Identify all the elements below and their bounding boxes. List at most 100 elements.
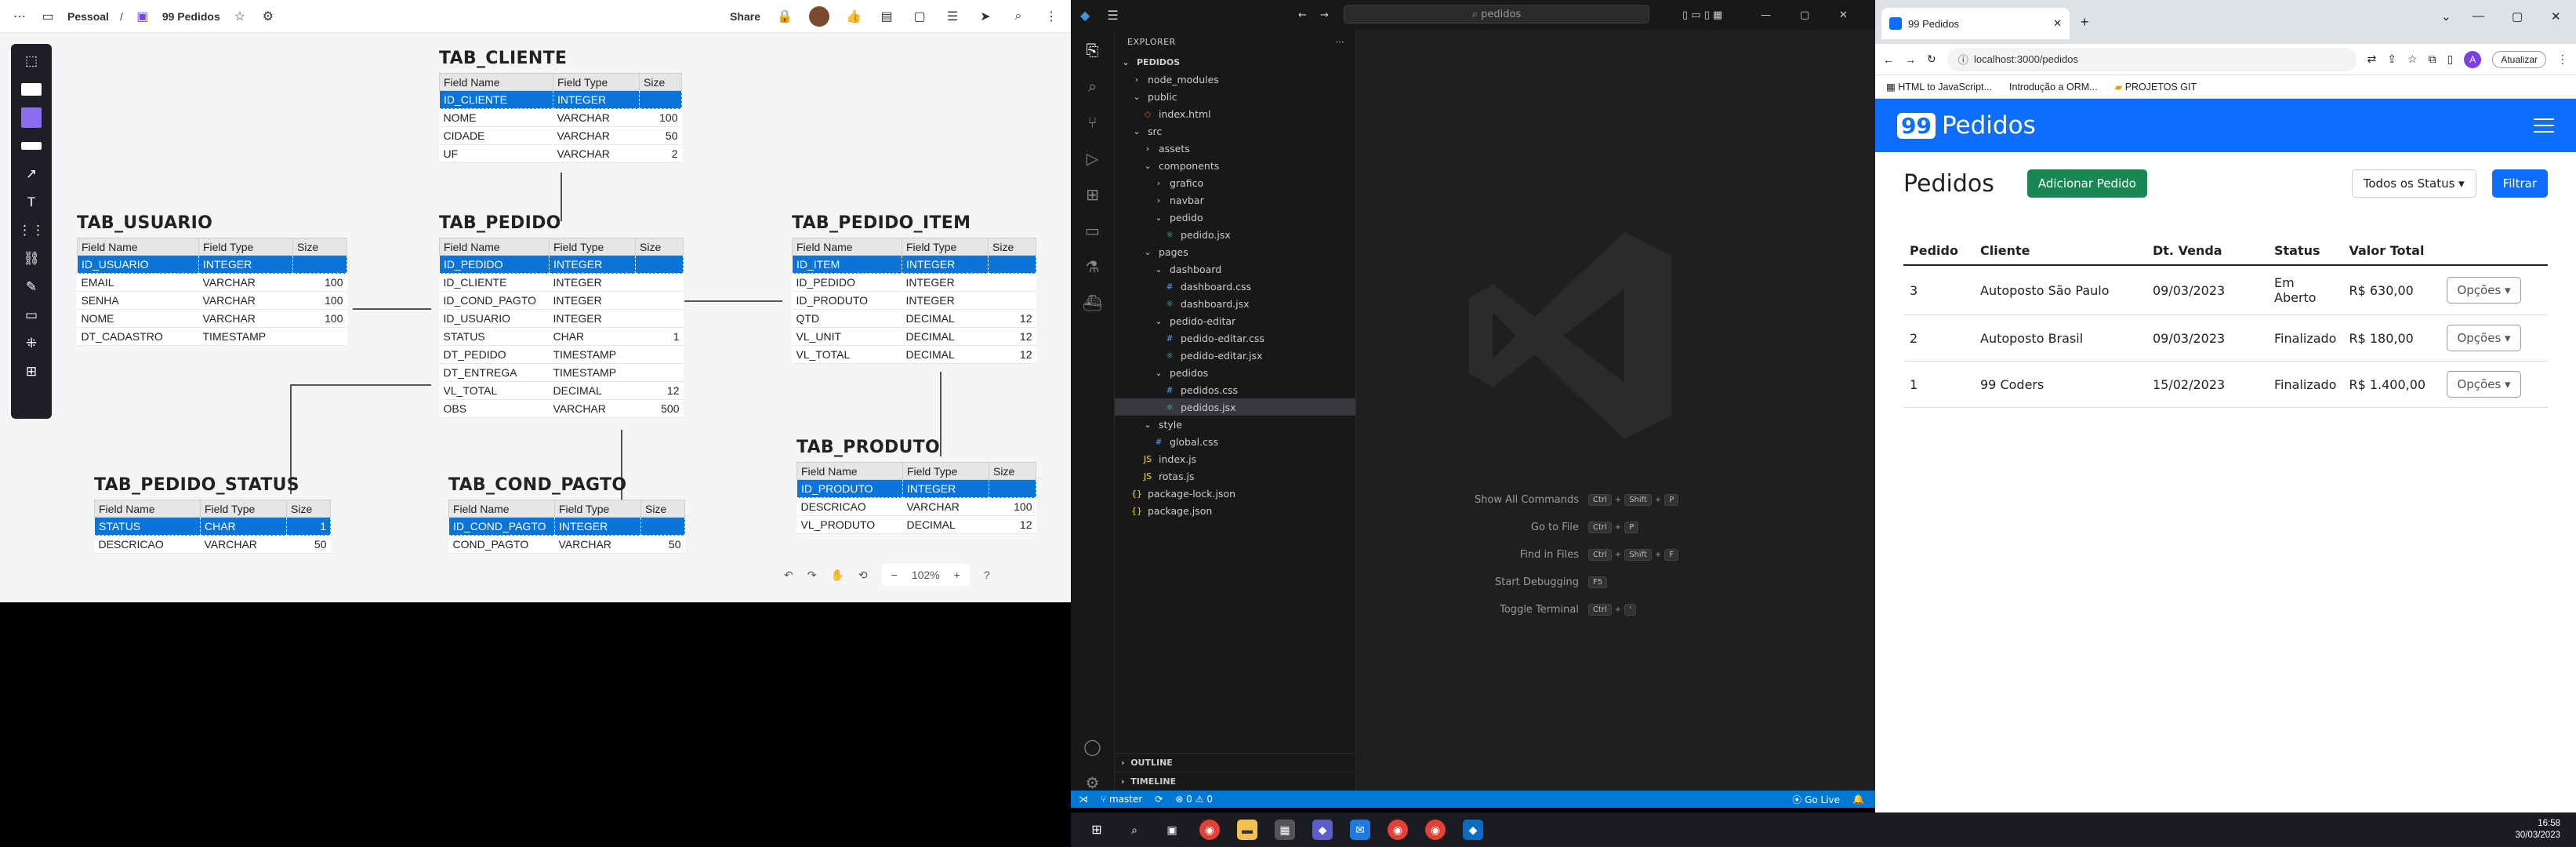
teams-icon[interactable]: ◆: [1312, 820, 1333, 840]
menu-icon[interactable]: ☰: [1107, 8, 1118, 23]
back-icon[interactable]: ←: [1298, 9, 1307, 21]
tree-item[interactable]: › navbar: [1115, 191, 1355, 209]
run-debug-icon[interactable]: ▷: [1087, 149, 1098, 168]
reload-icon[interactable]: ↻: [1927, 53, 1936, 66]
chrome-profile-icon[interactable]: ◉: [1425, 820, 1446, 840]
bookmark-item[interactable]: ▰ PROJETOS GIT: [2115, 81, 2197, 93]
share-button[interactable]: Share: [730, 10, 760, 23]
add-tool-icon[interactable]: ⊞: [18, 361, 45, 383]
table-pedido-item[interactable]: TAB_PEDIDO_ITEM Field Name Field Type Size…: [792, 213, 1036, 364]
tree-item[interactable]: ⌄ public: [1115, 88, 1355, 105]
chrome-icon[interactable]: ◉: [1199, 820, 1220, 840]
pen-tool-icon[interactable]: ✎: [18, 276, 45, 298]
table-pedido[interactable]: TAB_PEDIDO Field Name Field Type Size ID_P…: [439, 213, 684, 418]
tree-item[interactable]: JS index.js: [1115, 450, 1355, 467]
start-icon[interactable]: ⊞: [1087, 820, 1107, 840]
breadcrumb-board[interactable]: 99 Pedidos: [162, 10, 220, 23]
tree-root[interactable]: ⌄ PEDIDOS: [1115, 53, 1355, 71]
task-view-icon[interactable]: ▣: [1162, 820, 1182, 840]
browser-tab[interactable]: 99 Pedidos ✕: [1881, 8, 2070, 39]
more-icon[interactable]: ⋯: [11, 8, 28, 25]
go-live-button[interactable]: ⦿ Go Live: [1792, 793, 1840, 806]
more-actions-icon[interactable]: ⋯: [1336, 37, 1345, 47]
tree-item[interactable]: JS rotas.js: [1115, 467, 1355, 485]
tree-item[interactable]: ⌄ src: [1115, 122, 1355, 140]
template-icon[interactable]: [18, 78, 45, 100]
notification-bell-icon[interactable]: 🔔: [1852, 794, 1864, 805]
select-tool-icon[interactable]: ⬚: [18, 50, 45, 72]
share-icon[interactable]: ⇪: [2387, 53, 2396, 66]
vscode-taskbar-icon[interactable]: ◆: [1463, 820, 1483, 840]
tree-item[interactable]: ◇ index.html: [1115, 105, 1355, 122]
testing-icon[interactable]: ⚗: [1086, 257, 1100, 276]
filter-button[interactable]: Filtrar: [2491, 169, 2548, 198]
table-usuario[interactable]: TAB_USUARIO Field Name Field Type Size ID_…: [77, 213, 347, 346]
tree-item[interactable]: ⌄ style: [1115, 416, 1355, 433]
tree-item[interactable]: {} package-lock.json: [1115, 485, 1355, 502]
system-clock[interactable]: 16:58 30/03/2023: [2515, 818, 2560, 842]
tree-item[interactable]: ⌄ dashboard: [1115, 260, 1355, 278]
zoom-level[interactable]: 102%: [912, 569, 940, 581]
star-icon[interactable]: ☆: [231, 8, 249, 25]
manage-gear-icon[interactable]: ⚙: [1086, 773, 1100, 792]
shape-icon[interactable]: [18, 135, 45, 157]
options-button[interactable]: Opções ▾: [2447, 371, 2521, 398]
forward-icon[interactable]: →: [1905, 53, 1916, 66]
bookmark-star-icon[interactable]: ☆: [2407, 53, 2418, 66]
table-cond-pagto[interactable]: TAB_COND_PAGTO Field Name Field Type Size …: [448, 475, 685, 554]
zoom-in-icon[interactable]: +: [954, 569, 960, 581]
minimize-icon[interactable]: —: [2473, 9, 2484, 23]
send-icon[interactable]: ➤: [977, 8, 994, 25]
options-button[interactable]: Opções ▾: [2447, 325, 2521, 351]
table-cliente[interactable]: TAB_CLIENTE Field Name Field Type Size ID_…: [439, 49, 682, 163]
present-icon[interactable]: ▤: [878, 8, 895, 25]
add-pedido-button[interactable]: Adicionar Pedido: [2026, 169, 2147, 198]
tree-item[interactable]: # pedidos.css: [1115, 381, 1355, 398]
tree-item[interactable]: ⌄ components: [1115, 157, 1355, 174]
forward-icon[interactable]: →: [1320, 9, 1329, 21]
file-explorer-icon[interactable]: ▬: [1237, 820, 1257, 840]
close-icon[interactable]: ✕: [1839, 9, 1848, 21]
address-bar[interactable]: ⓘ localhost:3000/pedidos: [1947, 47, 2356, 71]
search-icon[interactable]: ⌕: [1124, 820, 1145, 840]
tree-item[interactable]: # dashboard.css: [1115, 278, 1355, 295]
profile-icon[interactable]: A: [2464, 50, 2482, 68]
link-tool-icon[interactable]: ⛓: [18, 248, 45, 270]
tree-item[interactable]: ⌄ pages: [1115, 243, 1355, 260]
avatar[interactable]: [809, 5, 829, 27]
extensions-icon[interactable]: ⊞: [1086, 185, 1099, 204]
text-tool-icon[interactable]: T: [18, 191, 45, 213]
update-button[interactable]: Atualizar: [2492, 50, 2546, 68]
help-button[interactable]: ?: [984, 569, 990, 581]
store-icon[interactable]: ▦: [1275, 820, 1295, 840]
reaction-icon[interactable]: 👍: [845, 8, 862, 25]
arrow-tool-icon[interactable]: ↗: [18, 163, 45, 185]
branch-status[interactable]: ⑂ master: [1101, 794, 1142, 805]
sticky-note-icon[interactable]: [18, 107, 45, 129]
new-tab-icon[interactable]: +: [2081, 14, 2089, 31]
notes-icon[interactable]: ☰: [944, 8, 961, 25]
problems-status[interactable]: ⊗ 0 ⚠ 0: [1175, 794, 1213, 805]
account-icon[interactable]: ◯: [1083, 737, 1101, 756]
tab-close-icon[interactable]: ✕: [2053, 17, 2062, 30]
back-icon[interactable]: ←: [1883, 53, 1894, 66]
tree-item[interactable]: {} package.json: [1115, 502, 1355, 519]
remote-status-icon[interactable]: ⋊: [1079, 794, 1088, 805]
bookmark-item[interactable]: ▦ HTML to JavaScript...: [1886, 81, 1992, 93]
options-button[interactable]: Opções ▾: [2447, 277, 2521, 304]
maximize-icon[interactable]: ▢: [2512, 9, 2523, 24]
tree-item[interactable]: ⚛ pedidos.jsx: [1115, 398, 1355, 416]
tree-item[interactable]: › grafico: [1115, 174, 1355, 191]
tree-item[interactable]: # global.css: [1115, 433, 1355, 450]
source-control-icon[interactable]: ⑂: [1088, 113, 1098, 132]
menu-icon[interactable]: ⋮: [1043, 8, 1060, 25]
close-icon[interactable]: ✕: [2551, 9, 2561, 24]
history-icon[interactable]: ⟲: [858, 569, 868, 582]
brand-logo[interactable]: 99 Pedidos: [1897, 111, 2036, 140]
undo-icon[interactable]: ↶: [784, 569, 793, 582]
status-filter-select[interactable]: Todos os Status ▾: [2351, 169, 2476, 198]
redo-icon[interactable]: ↷: [807, 569, 817, 582]
extensions-icon[interactable]: ⧉: [2429, 53, 2436, 66]
remote-icon[interactable]: ▭: [1085, 221, 1100, 240]
explorer-icon[interactable]: ⎘: [1087, 41, 1099, 60]
